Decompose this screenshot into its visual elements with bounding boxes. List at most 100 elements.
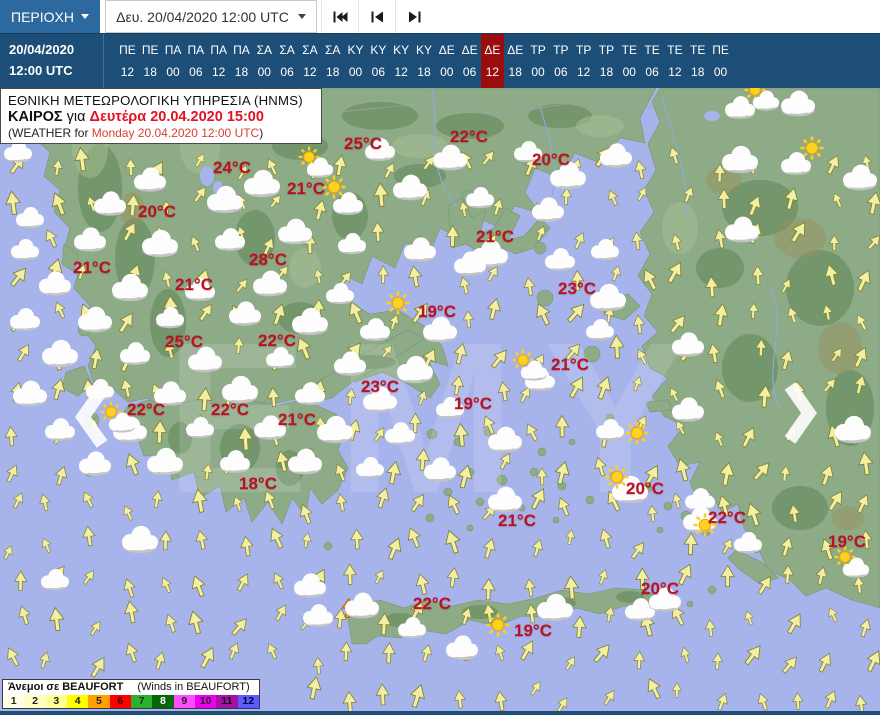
wind-arrow-icon bbox=[852, 312, 871, 333]
wind-arrow-icon bbox=[604, 187, 622, 208]
wind-arrow-icon bbox=[51, 299, 69, 321]
wind-arrow-icon bbox=[119, 219, 141, 244]
wind-arrow-icon bbox=[344, 387, 358, 406]
wind-arrow-icon bbox=[462, 310, 475, 329]
cloud-icon bbox=[112, 273, 148, 302]
cloud-icon bbox=[843, 164, 877, 191]
wind-arrow-icon bbox=[341, 690, 358, 711]
skip-to-start-button[interactable] bbox=[321, 0, 358, 33]
wind-arrow-icon bbox=[531, 300, 555, 328]
timeline-step-ΤΕ-12[interactable]: ΤΕ 12 bbox=[664, 34, 687, 88]
wind-arrow-icon bbox=[377, 265, 390, 284]
timeline-current-datetime: 20/04/2020 12:00 UTC bbox=[0, 34, 104, 88]
wind-arrow-icon bbox=[571, 615, 588, 639]
timeline-step-ΚΥ-00[interactable]: ΚΥ 00 bbox=[344, 34, 367, 88]
cloud-icon bbox=[3, 140, 33, 163]
beaufort-scale-cell-3: 3 bbox=[45, 695, 67, 708]
cloud-icon bbox=[590, 238, 620, 261]
bottom-frame-bar bbox=[0, 711, 880, 715]
left-chevron-icon bbox=[75, 386, 108, 448]
step-back-button[interactable] bbox=[358, 0, 395, 33]
cloud-icon bbox=[207, 185, 243, 214]
step-forward-button[interactable] bbox=[395, 0, 432, 33]
wind-arrow-icon bbox=[159, 269, 175, 289]
wind-arrow-icon bbox=[478, 147, 499, 168]
wind-arrow-icon bbox=[630, 374, 645, 393]
cloud-icon bbox=[332, 192, 364, 215]
timeline-step-ΠΑ-18[interactable]: ΠΑ 18 bbox=[230, 34, 253, 88]
timeline-step-ΠΑ-00[interactable]: ΠΑ 00 bbox=[162, 34, 185, 88]
region-dropdown-button[interactable]: ΠΕΡΙΟΧΗ bbox=[0, 0, 100, 33]
wind-arrow-icon bbox=[480, 536, 499, 560]
timeline-step-ΣΑ-06[interactable]: ΣΑ 06 bbox=[276, 34, 299, 88]
wind-arrow-icon bbox=[334, 492, 349, 513]
timeline-step-ΤΡ-06[interactable]: ΤΡ 06 bbox=[549, 34, 572, 88]
region-button-label: ΠΕΡΙΟΧΗ bbox=[10, 8, 74, 25]
timeline-current-date: 20/04/2020 bbox=[9, 42, 75, 58]
timeline-step-ΤΡ-18[interactable]: ΤΡ 18 bbox=[595, 34, 618, 88]
timeline-step-ΣΑ-12[interactable]: ΣΑ 12 bbox=[299, 34, 322, 88]
wind-arrow-icon bbox=[829, 190, 846, 210]
chevron-down-icon bbox=[81, 14, 89, 19]
timeline-step-ΚΥ-18[interactable]: ΚΥ 18 bbox=[413, 34, 436, 88]
timeline-step-ΠΑ-06[interactable]: ΠΑ 06 bbox=[184, 34, 207, 88]
wind-arrow-icon bbox=[87, 346, 105, 371]
timeline-step-ΔΕ-00[interactable]: ΔΕ 00 bbox=[435, 34, 458, 88]
timeline-step-ΠΑ-12[interactable]: ΠΑ 12 bbox=[207, 34, 230, 88]
timeline-step-ΤΡ-00[interactable]: ΤΡ 00 bbox=[527, 34, 550, 88]
cloud-icon bbox=[359, 318, 391, 341]
wind-arrow-icon bbox=[492, 642, 508, 663]
beaufort-scale-cell-4: 4 bbox=[66, 695, 89, 708]
wind-arrow-icon bbox=[445, 224, 461, 248]
timeline-step-ΤΕ-00[interactable]: ΤΕ 00 bbox=[618, 34, 641, 88]
wind-arrow-icon bbox=[680, 184, 697, 205]
wind-arrow-icon bbox=[608, 334, 626, 360]
timeline-step-ΣΑ-00[interactable]: ΣΑ 00 bbox=[253, 34, 276, 88]
timeline-step-ΣΑ-18[interactable]: ΣΑ 18 bbox=[321, 34, 344, 88]
cloud-icon bbox=[142, 229, 178, 258]
timeline-bar: 20/04/2020 12:00 UTC ΠΕ 12 ΠΕ 18 ΠΑ 00 ΠΑ 06 ΠΑ 1… bbox=[0, 33, 880, 88]
wind-arrow-icon bbox=[189, 487, 210, 515]
wind-arrow-icon bbox=[120, 576, 139, 600]
cloud-icon bbox=[228, 301, 262, 326]
wind-arrow-icon bbox=[41, 226, 61, 250]
wind-arrow-icon bbox=[349, 528, 365, 550]
wind-arrow-icon bbox=[480, 577, 496, 601]
timeline-step-ΠΕ-00[interactable]: ΠΕ 00 bbox=[709, 34, 732, 88]
wind-arrow-icon bbox=[822, 152, 844, 177]
wind-arrow-icon bbox=[824, 487, 848, 514]
wind-arrow-icon bbox=[632, 650, 646, 670]
wind-arrow-icon bbox=[638, 266, 662, 293]
wind-arrow-icon bbox=[445, 566, 462, 589]
wind-arrow-icon bbox=[864, 232, 880, 253]
timeline-step-ΠΕ-18[interactable]: ΠΕ 18 bbox=[139, 34, 162, 88]
map-next-button[interactable] bbox=[778, 380, 822, 446]
wind-arrow-icon bbox=[665, 144, 683, 167]
timeline-step-ΤΡ-12[interactable]: ΤΡ 12 bbox=[572, 34, 595, 88]
timeline-step-ΠΕ-12[interactable]: ΠΕ 12 bbox=[116, 34, 139, 88]
timeline-step-ΚΥ-06[interactable]: ΚΥ 06 bbox=[367, 34, 390, 88]
wind-arrow-icon bbox=[3, 425, 19, 447]
timeline-step-ΔΕ-12[interactable]: ΔΕ 12 bbox=[481, 34, 504, 88]
wind-arrow-icon bbox=[342, 563, 358, 586]
wind-arrow-icon bbox=[296, 501, 316, 526]
wind-arrow-icon bbox=[9, 490, 27, 511]
wind-arrow-icon bbox=[415, 388, 430, 407]
timeline-step-ΔΕ-06[interactable]: ΔΕ 06 bbox=[458, 34, 481, 88]
timeline-step-ΤΕ-06[interactable]: ΤΕ 06 bbox=[641, 34, 664, 88]
datetime-dropdown-button[interactable]: Δευ. 20/04/2020 12:00 UTC bbox=[105, 0, 317, 33]
wind-arrow-icon bbox=[596, 526, 615, 551]
wind-arrow-icon bbox=[589, 639, 615, 667]
cloud-icon bbox=[292, 307, 328, 336]
wind-arrow-icon bbox=[151, 650, 169, 672]
timeline-step-ΚΥ-12[interactable]: ΚΥ 12 bbox=[390, 34, 413, 88]
wind-arrow-icon bbox=[784, 305, 801, 325]
wind-arrow-icon bbox=[717, 188, 731, 210]
wind-arrow-icon bbox=[331, 461, 350, 483]
wind-arrow-icon bbox=[852, 575, 866, 595]
timeline-step-ΔΕ-18[interactable]: ΔΕ 18 bbox=[504, 34, 527, 88]
timeline-step-ΤΕ-18[interactable]: ΤΕ 18 bbox=[686, 34, 709, 88]
map-previous-button[interactable] bbox=[70, 384, 114, 450]
wind-arrow-icon bbox=[851, 373, 869, 396]
wind-arrow-icon bbox=[814, 649, 836, 675]
